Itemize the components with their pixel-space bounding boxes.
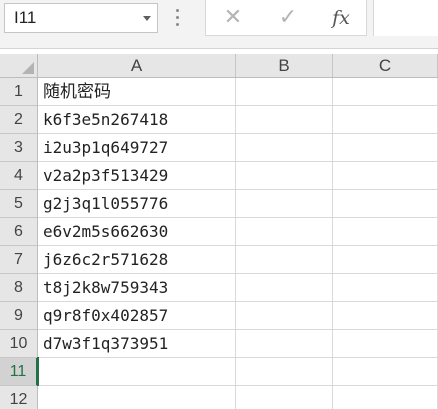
row-header[interactable]: 2 [0, 106, 38, 134]
row-header[interactable]: 9 [0, 302, 38, 330]
grid-cell[interactable] [38, 358, 236, 386]
header-cell-text: 随机密码 [43, 82, 111, 102]
grid-cell[interactable] [333, 190, 438, 218]
grid-cell[interactable]: k6f3e5n267418 [38, 106, 236, 134]
select-all-corner[interactable] [0, 54, 38, 78]
grid-cell[interactable] [236, 106, 333, 134]
grid-cell[interactable] [333, 106, 438, 134]
row-header[interactable]: 1 [0, 78, 38, 106]
grid-cell[interactable] [236, 190, 333, 218]
grid-cell[interactable] [38, 386, 236, 409]
check-icon[interactable]: ✓ [273, 5, 303, 31]
grid-cell[interactable]: t8j2k8w759343 [38, 274, 236, 302]
grid-cell[interactable]: g2j3q1l055776 [38, 190, 236, 218]
grid-cell[interactable] [333, 330, 438, 358]
worksheet-grid: A B C 1 随机密码 2 k6f3e5n267418 3 i2u3p1q649727 4… [0, 48, 438, 409]
row-header[interactable]: 4 [0, 162, 38, 190]
grid-cell[interactable]: q9r8f0x402857 [38, 302, 236, 330]
grid-cell[interactable] [333, 246, 438, 274]
grid-cell[interactable] [333, 162, 438, 190]
grid-cell[interactable] [333, 358, 438, 386]
row-header[interactable]: 3 [0, 134, 38, 162]
cancel-x-icon[interactable]: ✕ [218, 5, 248, 31]
column-header-c[interactable]: C [333, 54, 438, 78]
name-box-value: I11 [14, 8, 37, 27]
grid-cell[interactable]: v2a2p3f513429 [38, 162, 236, 190]
password-cell-text: v2a2p3f513429 [43, 166, 169, 185]
password-cell-text: q9r8f0x402857 [43, 306, 169, 325]
formula-bar: I11 ✕ ✓ fx [0, 0, 438, 49]
password-cell-text: d7w3f1q373951 [43, 334, 169, 353]
grid-cell[interactable] [236, 274, 333, 302]
grid-cell[interactable]: 随机密码 [38, 78, 236, 106]
grid-cell[interactable]: j6z6c2r571628 [38, 246, 236, 274]
grid-cell[interactable] [236, 218, 333, 246]
row-header[interactable]: 6 [0, 218, 38, 246]
row-header[interactable]: 12 [0, 386, 38, 409]
grid-cell[interactable] [333, 134, 438, 162]
grid-cell[interactable]: i2u3p1q649727 [38, 134, 236, 162]
grid-cell[interactable] [236, 330, 333, 358]
column-header-a[interactable]: A [38, 54, 236, 78]
grid-cell[interactable] [236, 302, 333, 330]
grid-cell[interactable] [333, 386, 438, 409]
password-cell-text: e6v2m5s662630 [43, 222, 169, 241]
column-header-b[interactable]: B [236, 54, 333, 78]
drag-handle-icon[interactable] [176, 9, 180, 29]
grid-cell[interactable] [236, 162, 333, 190]
row-header[interactable]: 7 [0, 246, 38, 274]
insert-function-button[interactable]: fx [326, 5, 356, 31]
formula-input[interactable] [373, 0, 438, 36]
grid-cell[interactable] [236, 134, 333, 162]
grid-cell[interactable] [333, 274, 438, 302]
grid-cell[interactable] [236, 386, 333, 409]
grid-cell[interactable] [333, 218, 438, 246]
name-box[interactable]: I11 [4, 3, 158, 33]
password-cell-text: g2j3q1l055776 [43, 194, 169, 213]
grid-cell[interactable] [236, 78, 333, 106]
grid-cell[interactable]: e6v2m5s662630 [38, 218, 236, 246]
row-header[interactable]: 11 [0, 358, 38, 386]
password-cell-text: j6z6c2r571628 [43, 250, 169, 269]
spreadsheet-window: I11 ✕ ✓ fx A B C 1 随机密码 2 k6f3e5n267418 3 i2u… [0, 0, 438, 409]
row-header[interactable]: 10 [0, 330, 38, 358]
row-header[interactable]: 8 [0, 274, 38, 302]
password-cell-text: i2u3p1q649727 [43, 138, 169, 157]
password-cell-text: k6f3e5n267418 [43, 110, 169, 129]
formula-buttons: ✕ ✓ fx [205, 0, 367, 36]
password-cell-text: t8j2k8w759343 [43, 278, 169, 297]
grid-cell[interactable] [236, 246, 333, 274]
grid-cell[interactable] [333, 78, 438, 106]
chevron-down-icon[interactable] [143, 16, 151, 21]
grid-cell[interactable] [333, 302, 438, 330]
row-header[interactable]: 5 [0, 190, 38, 218]
grid-cell[interactable]: d7w3f1q373951 [38, 330, 236, 358]
select-all-icon [22, 62, 34, 74]
grid-cell[interactable] [236, 358, 333, 386]
